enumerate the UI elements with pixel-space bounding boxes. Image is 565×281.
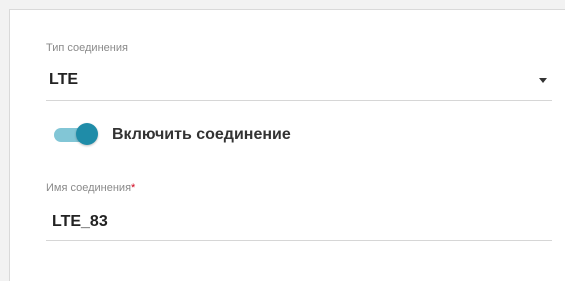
enable-connection-label[interactable]: Включить соединение bbox=[112, 124, 291, 146]
enable-connection-row: Включить соединение bbox=[46, 123, 366, 147]
connection-name-label: Имя соединения* bbox=[46, 182, 135, 195]
connection-name-label-text: Имя соединения bbox=[46, 182, 132, 194]
enable-connection-toggle[interactable] bbox=[54, 123, 98, 145]
connection-name-underline bbox=[46, 240, 552, 241]
connection-type-label: Тип соединения bbox=[46, 42, 128, 54]
connection-type-value[interactable]: LTE bbox=[49, 70, 78, 90]
connection-name-field[interactable]: Имя соединения* LTE_83 bbox=[46, 182, 552, 244]
connection-name-input[interactable]: LTE_83 bbox=[52, 212, 108, 232]
connection-type-underline bbox=[46, 100, 552, 101]
chevron-down-icon[interactable] bbox=[539, 78, 547, 83]
connection-type-select[interactable]: Тип соединения LTE bbox=[46, 42, 552, 102]
toggle-knob bbox=[76, 123, 98, 145]
connection-settings-card: Тип соединения LTE Включить соединение И… bbox=[9, 9, 565, 281]
required-mark: * bbox=[131, 182, 136, 194]
